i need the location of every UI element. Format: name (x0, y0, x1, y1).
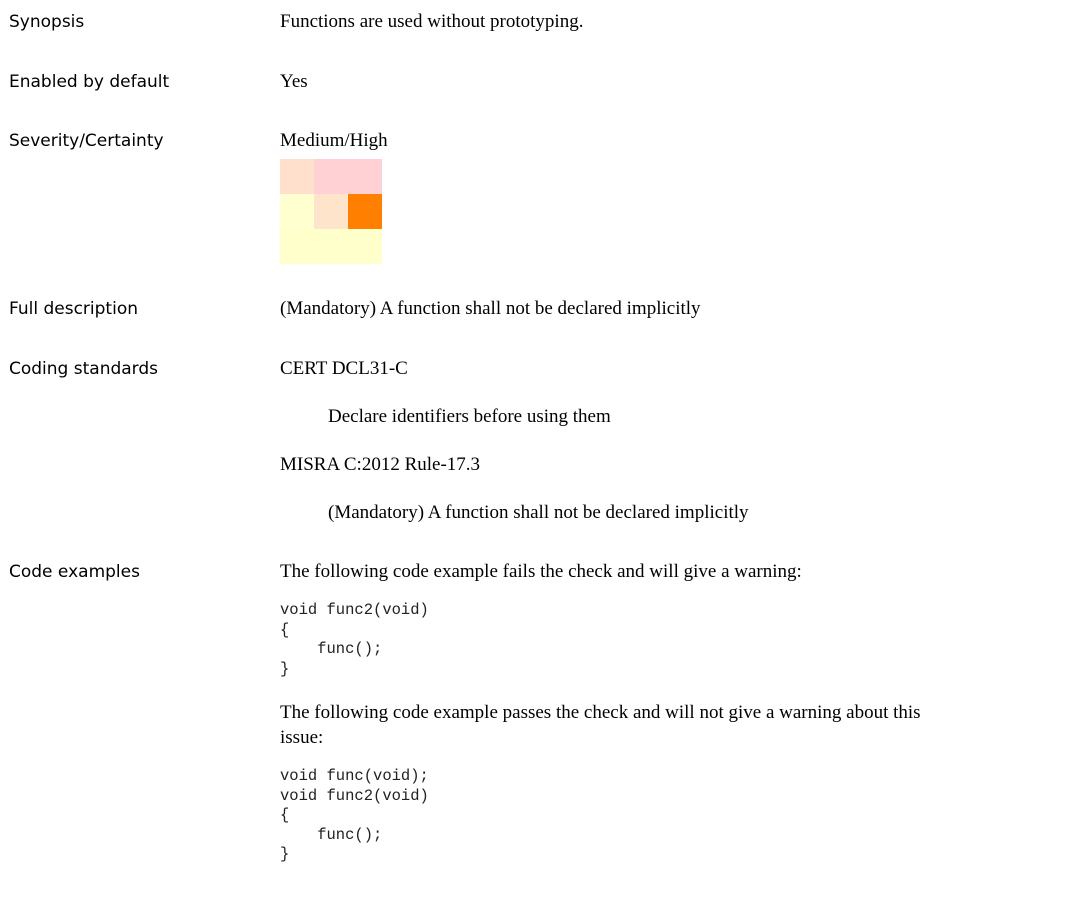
standard-name: CERT DCL31-C (280, 358, 408, 379)
matrix-cell (280, 229, 314, 264)
full-description-label: Full description (9, 299, 138, 319)
matrix-cell (314, 194, 348, 229)
coding-standards-label: Coding standards (9, 359, 159, 379)
severity-value: Medium/High (280, 130, 388, 151)
matrix-cell (280, 159, 314, 194)
pass-example-text-line2: issue: (280, 727, 324, 748)
pass-example-text-line1: The following code example passes the ch… (280, 702, 921, 723)
synopsis-label: Synopsis (9, 12, 85, 32)
matrix-cell-highlighted (348, 194, 382, 229)
matrix-cell (280, 194, 314, 229)
fail-code-block: void func2(void) { func(); } (280, 601, 429, 678)
fail-example-text: The following code example fails the che… (280, 561, 802, 582)
standard-name: MISRA C:2012 Rule-17.3 (280, 454, 481, 475)
matrix-cell (314, 229, 348, 264)
synopsis-value: Functions are used without prototyping. (280, 11, 584, 32)
code-examples-label: Code examples (9, 562, 140, 582)
severity-certainty-matrix (280, 159, 382, 264)
enabled-label: Enabled by default (9, 72, 170, 92)
matrix-cell (314, 159, 348, 194)
enabled-value: Yes (280, 71, 308, 92)
severity-label: Severity/Certainty (9, 131, 164, 151)
full-description-value: (Mandatory) A function shall not be decl… (280, 298, 701, 319)
matrix-cell (348, 229, 382, 264)
standard-description: Declare identifiers before using them (328, 406, 611, 427)
standard-description: (Mandatory) A function shall not be decl… (328, 502, 749, 523)
matrix-cell (348, 159, 382, 194)
pass-code-block: void func(void); void func2(void) { func… (280, 767, 429, 863)
